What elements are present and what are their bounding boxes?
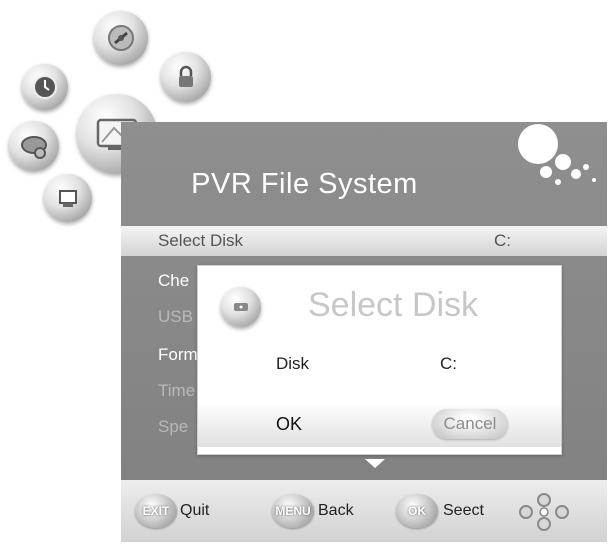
disk-dialog-icon bbox=[221, 287, 261, 327]
cancel-button[interactable]: Cancel bbox=[432, 409, 508, 439]
lock-icon[interactable] bbox=[161, 52, 211, 102]
menu-key-label: Back bbox=[318, 502, 354, 519]
exit-key-button[interactable]: EXIT bbox=[135, 494, 177, 528]
dialog-title: Select Disk bbox=[308, 286, 479, 324]
menu-item-label: Form bbox=[158, 345, 198, 364]
disk-field-value[interactable]: C: bbox=[440, 354, 457, 374]
menu-item-label: Time bbox=[158, 381, 196, 400]
dialog-button-bar: OK Cancel bbox=[198, 405, 561, 447]
tv-settings-icon[interactable] bbox=[94, 11, 148, 65]
select-disk-dialog: Select Disk Disk C: OK Cancel bbox=[197, 265, 562, 455]
menu-item-select-disk[interactable]: Select Disk C: bbox=[121, 226, 607, 256]
ok-button[interactable]: OK bbox=[276, 414, 302, 435]
page-title: PVR File System bbox=[191, 168, 418, 200]
disk-field-label: Disk bbox=[276, 354, 310, 373]
navigation-dpad-icon bbox=[519, 493, 569, 531]
scroll-down-arrow-icon[interactable] bbox=[365, 459, 385, 468]
menu-item-label: Select Disk bbox=[158, 231, 244, 250]
menu-item-label: Che bbox=[158, 271, 190, 290]
clock-icon[interactable] bbox=[22, 64, 68, 110]
footer-hints: EXIT Quit MENU Back OK Seect bbox=[121, 480, 607, 542]
exit-key-label: Quit bbox=[180, 502, 210, 519]
disc-icon[interactable] bbox=[9, 121, 59, 171]
menu-item-value: C: bbox=[494, 231, 511, 250]
menu-item-label: Spe bbox=[158, 417, 189, 436]
menu-item-label: USB bbox=[158, 307, 193, 326]
ok-key-button[interactable]: OK bbox=[396, 494, 438, 528]
ok-key-label: Seect bbox=[443, 502, 484, 519]
menu-key-button[interactable]: MENU bbox=[272, 494, 314, 528]
